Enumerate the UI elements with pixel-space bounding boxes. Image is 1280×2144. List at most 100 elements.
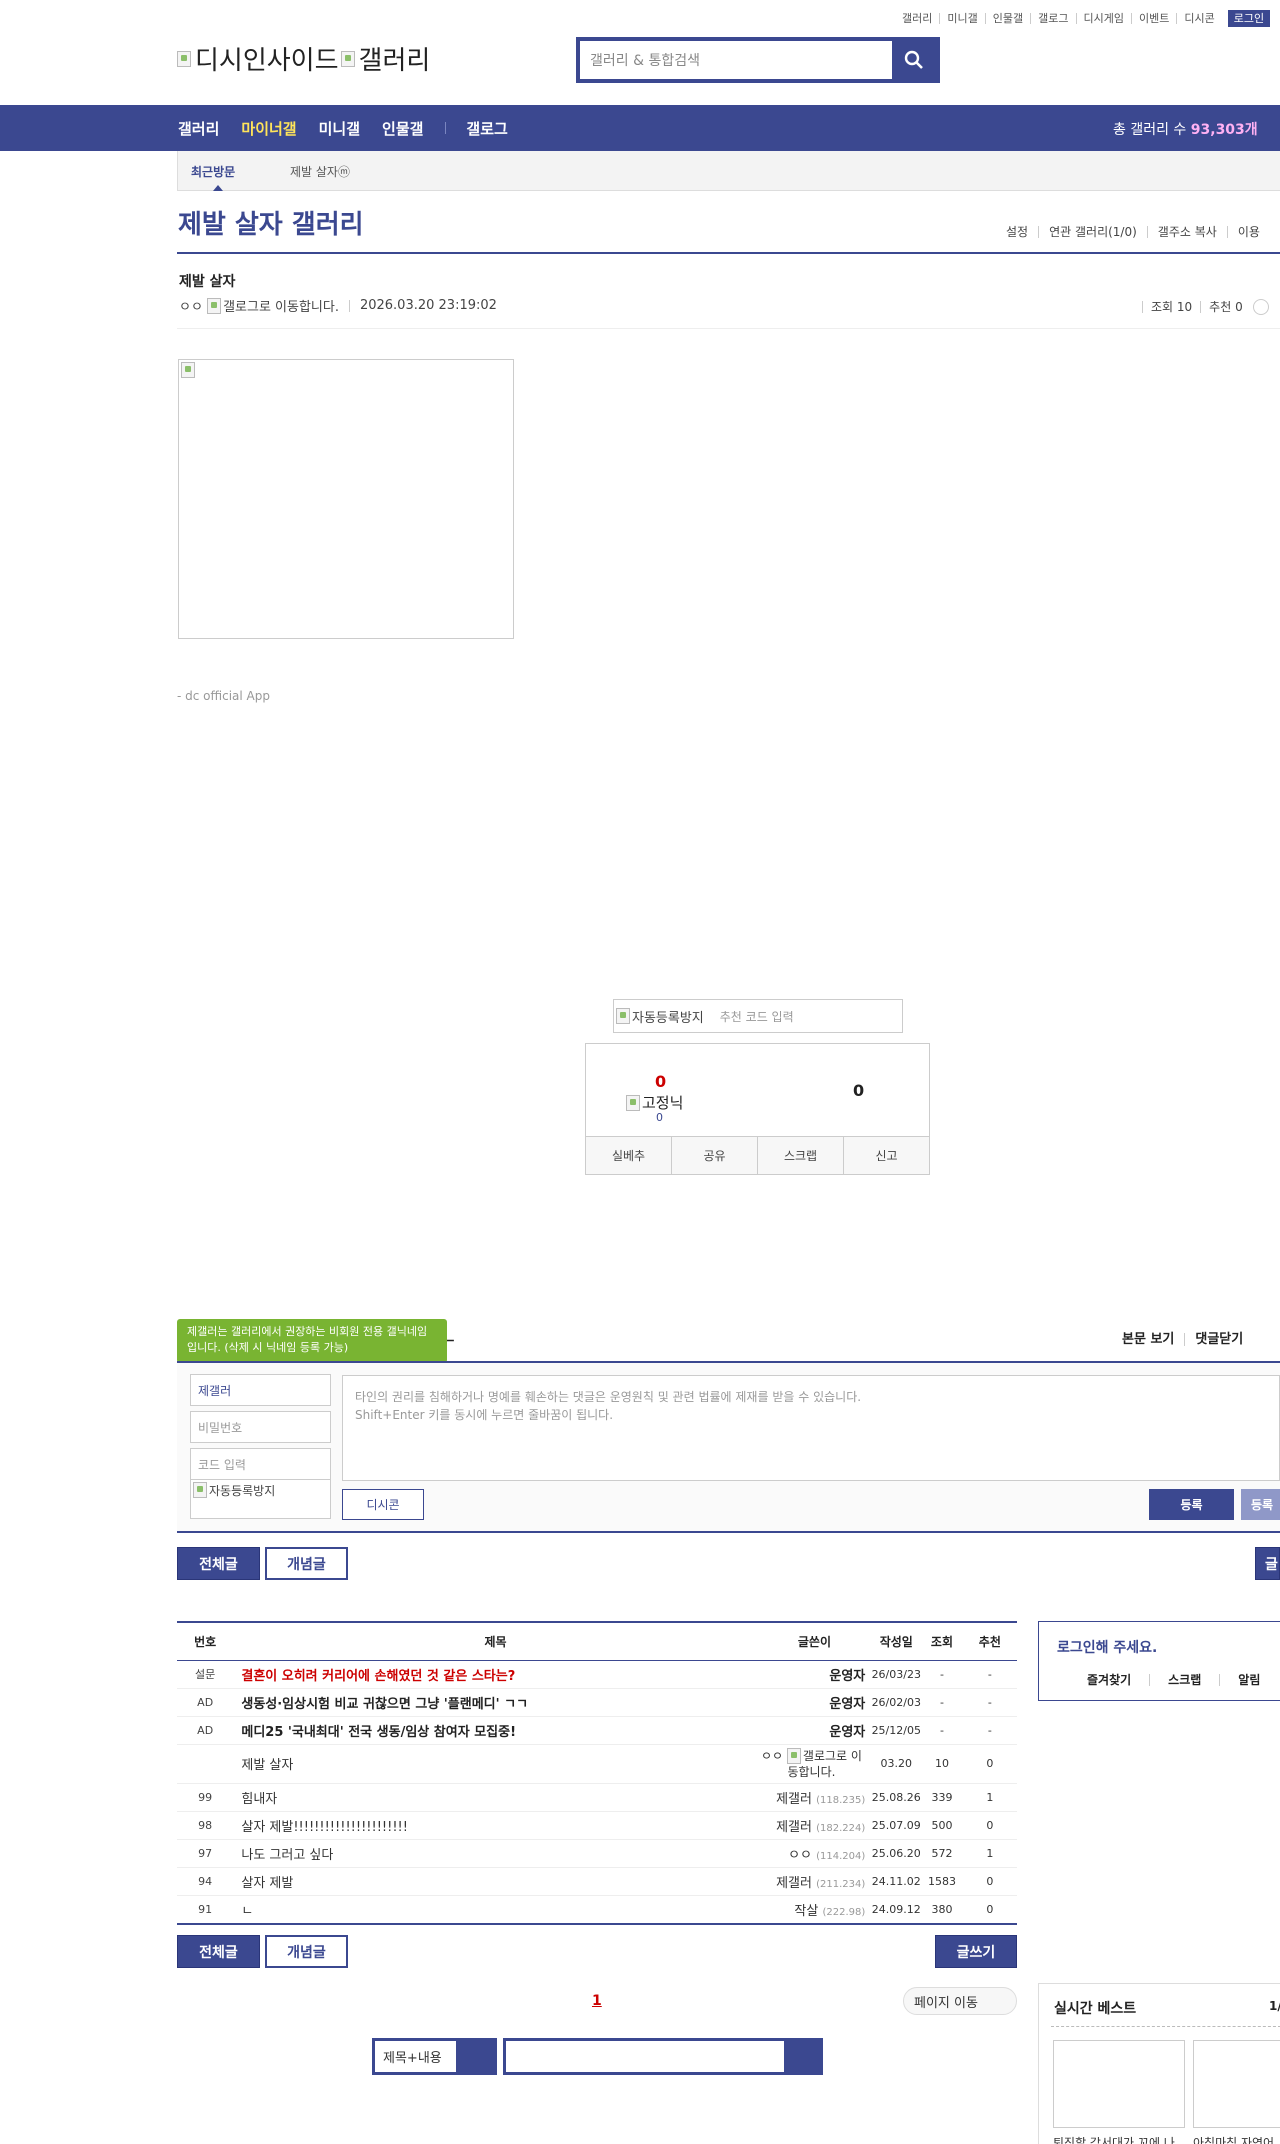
best-thumbnail[interactable] (1193, 2040, 1280, 2128)
active-indicator (213, 185, 223, 191)
downvote-count[interactable]: 0 (853, 1081, 864, 1100)
util-dcgame-link[interactable]: 디시게임 (1075, 12, 1131, 24)
gallery-settings-link[interactable]: 설정 (1006, 226, 1038, 238)
recent-visit-item[interactable]: 제발 살자ⓜ (290, 163, 350, 180)
guest-nick-tooltip: 제갤러는 갤러리에서 권장하는 비회원 전용 갤닉네임입니다. (삭제 시 닉네… (177, 1319, 447, 1370)
total-gallery-count: 총 갤러리 수 93,303개 (1113, 122, 1258, 138)
util-persongall-link[interactable]: 인물갤 (984, 12, 1030, 24)
util-gallery-link[interactable]: 갤러리 (902, 13, 939, 24)
util-event-link[interactable]: 이벤트 (1130, 12, 1176, 24)
post-subject-link[interactable]: 결혼이 오히려 커리어에 손해였던 것 같은 스타는? (233, 1660, 758, 1689)
nav-gallery[interactable]: 갤러리 (178, 118, 219, 139)
table-row[interactable]: 91 ㄴ 작살 (222.98) 24.09.12 380 0 (177, 1895, 1017, 1925)
close-comments-link[interactable]: 댓글닫기 (1184, 1333, 1253, 1346)
table-row[interactable]: 97 나도 그러고 싶다 ㅇㅇ (114.204) 25.06.20 572 1 (177, 1839, 1017, 1868)
related-gallery-link[interactable]: 연관 갤러리(1/0) (1038, 226, 1147, 238)
util-dccon-link[interactable]: 디시콘 (1176, 12, 1221, 24)
site-logo[interactable]: 디시인사이드 갤러리 (177, 40, 430, 77)
list-search: 제목+내용 (372, 2038, 823, 2075)
post-author[interactable]: ㅇㅇ (179, 296, 203, 315)
favorites-link[interactable]: 즐겨찾기 (1087, 1674, 1149, 1686)
copy-address-link[interactable]: 갤주소 복사 (1146, 226, 1227, 238)
best-thumbnail[interactable] (1053, 2040, 1185, 2128)
login-prompt[interactable]: 로그인해 주세요. (1057, 1637, 1157, 1657)
logo-text-gallery: 갤러리 (358, 46, 431, 76)
util-minigall-link[interactable]: 미니갤 (939, 12, 984, 24)
page-number-current[interactable]: 1 (592, 1993, 602, 2009)
comment-captcha-image: 자동등록방지 (190, 1479, 331, 1519)
scrap-button[interactable]: 스크랩 (757, 1137, 843, 1174)
nav-divider (445, 122, 447, 134)
recommend-box: 0 고정닉 0 0 실베추 공유 스크랩 신고 (585, 1043, 930, 1175)
recommend-code-input[interactable]: 추천 코드 입력 (720, 1008, 794, 1025)
table-row[interactable]: 94 살자 제발 제갤러 (211.234) 24.11.02 1583 0 (177, 1867, 1017, 1896)
all-posts-tab-bottom[interactable]: 전체글 (177, 1935, 260, 1968)
report-button[interactable]: 신고 (843, 1137, 929, 1174)
nav-persongall[interactable]: 인물갤 (382, 118, 423, 139)
post-subject-link[interactable]: 힘내자 (233, 1783, 758, 1812)
gallery-title[interactable]: 제발 살자 갤러리 (178, 204, 364, 241)
code-input-field[interactable]: 코드 입력 (190, 1448, 331, 1480)
search-button[interactable] (892, 41, 936, 79)
table-row[interactable]: 98 살자 제발!!!!!!!!!!!!!!!!!!!!!! 제갤러 (182.… (177, 1811, 1017, 1840)
nav-minigall[interactable]: 미니갤 (319, 118, 360, 139)
divider (177, 252, 1280, 254)
usage-link[interactable]: 이용 (1226, 226, 1270, 238)
nav-minorgall[interactable]: 마이너갤 (241, 118, 296, 139)
chevron-down-icon (456, 2041, 494, 2072)
register-recommend-button[interactable]: 등록 (1241, 1489, 1280, 1520)
post-subject-link[interactable]: 제발 살자 (233, 1744, 758, 1784)
post-subject-link[interactable]: 나도 그러고 싶다 (233, 1839, 758, 1868)
login-box: 로그인해 주세요. 즐겨찾기 스크랩 알림 (1038, 1621, 1280, 1701)
fixed-nick-count: 0 (656, 1111, 663, 1124)
list-search-input[interactable] (506, 2041, 784, 2072)
post-views: 조회 10 (1151, 300, 1193, 314)
list-search-button[interactable] (784, 2041, 820, 2072)
more-options-icon[interactable] (1252, 298, 1269, 315)
broken-image-icon (193, 1482, 207, 1498)
nickname-field[interactable]: 제갤러 (190, 1374, 331, 1406)
gallery-tools: 설정 연관 갤러리(1/0) 갤주소 복사 이용 (1006, 226, 1270, 238)
nav-gallog[interactable]: 갤로그 (466, 118, 507, 139)
post-subject-link[interactable]: ㄴ (233, 1895, 758, 1925)
table-row[interactable]: 설문 결혼이 오히려 커리어에 손해였던 것 같은 스타는? 운영자 26/03… (177, 1660, 1017, 1689)
comment-textarea[interactable]: 타인의 권리를 침해하거나 명예를 훼손하는 댓글은 운영원칙 및 관련 법률에… (342, 1375, 1280, 1481)
password-field[interactable]: 비밀번호 (190, 1411, 331, 1443)
col-recommend: 추천 (962, 1621, 1017, 1661)
upvote-count[interactable]: 0 (655, 1072, 666, 1091)
post-subject-link[interactable]: 메디25 '국내최대' 전국 생동/임상 참여자 모집중! (233, 1716, 758, 1745)
notifications-link[interactable]: 알림 (1219, 1674, 1278, 1686)
best-recommend-button[interactable]: 실베추 (586, 1137, 671, 1174)
table-row[interactable]: 99 힘내자 제갤러 (118.235) 25.08.26 339 1 (177, 1783, 1017, 1812)
dccon-button[interactable]: 디시콘 (342, 1489, 424, 1520)
best-caption[interactable]: 퇴직할 각서대가 꼬에 나 (1053, 2134, 1175, 2144)
post-image[interactable] (178, 359, 514, 639)
concept-posts-tab[interactable]: 개념글 (265, 1547, 348, 1580)
page-move-button[interactable]: 페이지 이동 (903, 1987, 1017, 2015)
table-row[interactable]: 제발 살자 ㅇㅇ 갤로그로 이동합니다. 03.20 10 0 (177, 1744, 1017, 1784)
search-type-select[interactable]: 제목+내용 (372, 2038, 497, 2075)
table-row[interactable]: AD 메디25 '국내최대' 전국 생동/임상 참여자 모집중! 운영자 25/… (177, 1716, 1017, 1745)
register-button[interactable]: 등록 (1149, 1489, 1234, 1520)
post-subject-link[interactable]: 생동성·임상시험 비교 귀찮으면 그냥 '플랜메디' ㄱㄱ (233, 1688, 758, 1717)
login-button[interactable]: 로그인 (1227, 9, 1271, 27)
all-posts-tab[interactable]: 전체글 (177, 1547, 260, 1580)
concept-posts-tab-bottom[interactable]: 개념글 (265, 1935, 348, 1968)
recent-visit-label[interactable]: 최근방문 (191, 163, 235, 180)
post-subject-link[interactable]: 살자 제발 (233, 1867, 758, 1896)
col-number: 번호 (177, 1621, 234, 1661)
col-date: 작성일 (871, 1621, 922, 1661)
table-row[interactable]: AD 생동성·임상시험 비교 귀찮으면 그냥 '플랜메디' ㄱㄱ 운영자 26/… (177, 1688, 1017, 1717)
write-button[interactable]: 글쓰기 (935, 1935, 1017, 1968)
col-writer: 글쓴이 (757, 1621, 872, 1661)
post-footer: - dc official App (177, 689, 270, 703)
view-post-link[interactable]: 본문 보기 (1122, 1333, 1184, 1346)
post-subject-link[interactable]: 살자 제발!!!!!!!!!!!!!!!!!!!!!! (233, 1811, 758, 1840)
author-gallog-alt[interactable]: 갤로그로 이동합니다. (223, 296, 339, 315)
util-gallog-link[interactable]: 갤로그 (1030, 12, 1075, 24)
search-input[interactable]: 갤러리 & 통합검색 (580, 41, 892, 79)
scrap-link[interactable]: 스크랩 (1149, 1674, 1219, 1686)
share-button[interactable]: 공유 (671, 1137, 757, 1174)
best-caption[interactable]: 아침마침 자연어 (1193, 2134, 1274, 2144)
write-button-top[interactable]: 글 (1255, 1547, 1280, 1580)
